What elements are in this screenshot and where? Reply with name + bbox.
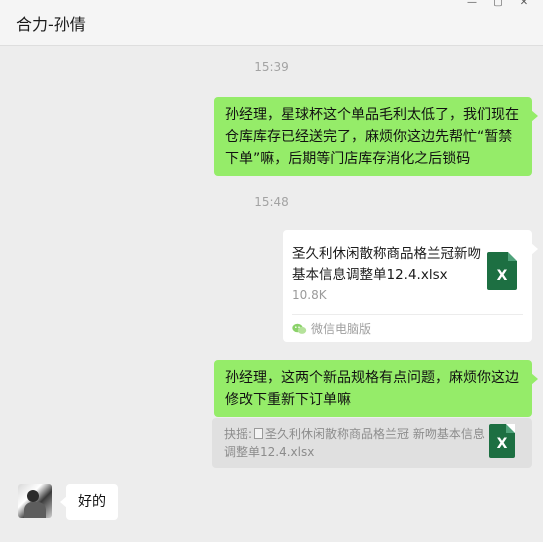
window-controls: — ▢ ✕: [459, 0, 537, 8]
file-source-label: 微信电脑版: [311, 322, 372, 336]
minimize-icon[interactable]: —: [459, 0, 485, 8]
file-source: 微信电脑版: [292, 320, 371, 337]
excel-file-icon: X: [489, 424, 515, 458]
file-name: 圣久利休闲散称商品格兰冠新吻基本信息调整单12.4.xlsx: [292, 246, 481, 283]
wechat-icon: [292, 323, 307, 334]
timestamp: 15:48: [254, 195, 289, 209]
avatar[interactable]: [18, 484, 52, 518]
excel-file-icon: X: [487, 252, 517, 290]
quoted-message[interactable]: 抉摇: 圣久利休闲散称商品格兰冠 新吻基本信息调整单12.4.xlsx X: [212, 418, 532, 468]
timestamp: 15:39: [254, 60, 289, 74]
quote-prefix: 抉摇:: [224, 427, 253, 441]
divider: [292, 314, 523, 315]
chat-title: 合力-孙倩: [16, 15, 86, 34]
close-icon[interactable]: ✕: [511, 0, 537, 8]
document-icon: [254, 428, 264, 439]
message-bubble[interactable]: 好的: [60, 484, 118, 520]
file-size: 10.8K: [292, 288, 327, 302]
file-attachment[interactable]: 圣久利休闲散称商品格兰冠新吻基本信息调整单12.4.xlsx X 10.8K 微…: [283, 230, 538, 342]
message-bubble[interactable]: 孙经理，星球杯这个单品毛利太低了，我们现在仓库库存已经送完了，麻烦你这边先帮忙“…: [214, 97, 538, 176]
quote-file-name: 圣久利休闲散称商品格兰冠 新吻基本信息调整单12.4.xlsx: [224, 427, 485, 459]
maximize-icon[interactable]: ▢: [485, 0, 511, 8]
quote-text: 抉摇: 圣久利休闲散称商品格兰冠 新吻基本信息调整单12.4.xlsx: [224, 425, 486, 461]
message-bubble[interactable]: 孙经理，这两个新品规格有点问题，麻烦你这边修改下重新下订单嘛: [214, 360, 538, 417]
chat-header: 合力-孙倩 — ▢ ✕: [0, 0, 543, 46]
